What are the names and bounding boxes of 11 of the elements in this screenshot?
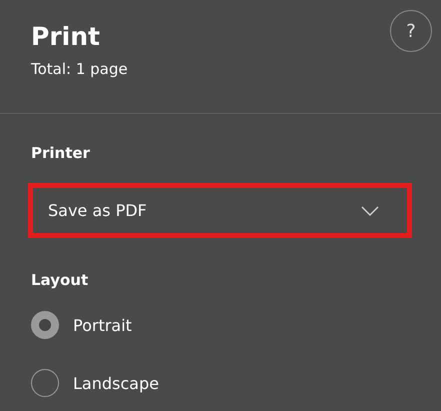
page-count: Total: 1 page [31,59,128,80]
chevron-down-icon [361,206,379,216]
printer-dropdown[interactable]: Save as PDF [28,183,412,238]
help-button[interactable]: ? [390,10,432,52]
section-label: Printer [31,143,91,164]
dialog-title: Print [31,21,101,53]
radio-button[interactable] [31,369,59,397]
radio-label[interactable]: Portrait [73,316,132,334]
radio-label[interactable]: Landscape [73,374,159,392]
radio-button[interactable] [31,311,59,339]
section-label: Layout [31,270,90,291]
